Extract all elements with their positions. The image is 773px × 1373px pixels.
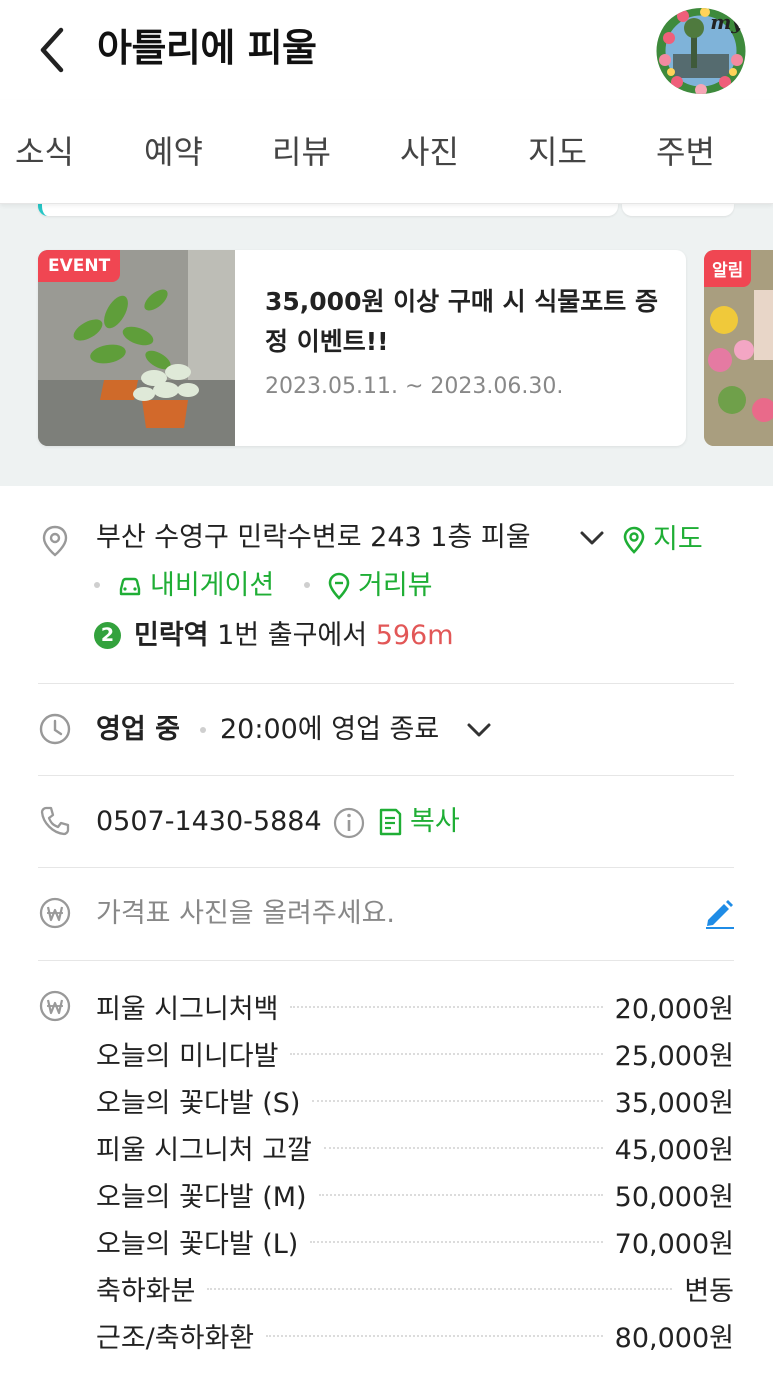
price-item-value: 25,000원 [614, 1040, 734, 1072]
tab-photos[interactable]: 사진 [400, 130, 459, 174]
page-title: 아틀리에 피울 [97, 26, 317, 70]
copy-button[interactable]: 복사 [376, 804, 460, 840]
copy-icon [379, 808, 402, 836]
price-item-name: 근조/축하화환 [96, 1322, 255, 1354]
price-item-value: 45,000원 [614, 1134, 734, 1166]
tab-map[interactable]: 지도 [528, 130, 587, 174]
price-leader [290, 1006, 603, 1008]
price-row: 축하화분 변동 [96, 1268, 734, 1308]
price-item-value: 변동 [684, 1275, 734, 1307]
divider [38, 867, 734, 868]
price-row: 근조/축하화환 80,000원 [96, 1315, 734, 1355]
notice-badge: 알림 [704, 250, 752, 287]
price-item-name: 피울 시그니처백 [96, 993, 279, 1025]
phone-icon [40, 806, 70, 836]
event-title: 35,000원 이상 구매 시 식물포트 증정 이벤트!! [265, 287, 658, 356]
tab-news[interactable]: 소식 [15, 130, 74, 174]
price-item-value: 70,000원 [614, 1228, 734, 1260]
price-item-name: 오늘의 미니다발 [96, 1040, 279, 1072]
won-icon [39, 990, 71, 1022]
price-item-value: 50,000원 [614, 1181, 734, 1213]
subway-info: 민락역 1번 출구에서 596m [134, 618, 454, 654]
car-icon [119, 577, 141, 596]
address-text: 부산 수영구 민락수변로 243 1층 피울 [96, 522, 531, 553]
price-leader [290, 1053, 603, 1055]
separator-dot [200, 727, 206, 733]
subway-distance: 596m [375, 620, 454, 651]
tab-reviews[interactable]: 리뷰 [272, 130, 331, 174]
event-image: EVENT [38, 250, 235, 446]
tab-nearby[interactable]: 주변 [656, 130, 715, 174]
price-leader [318, 1194, 603, 1196]
map-pin-icon [623, 526, 645, 554]
price-photo-placeholder: 가격표 사진을 올려주세요. [96, 898, 395, 929]
price-item-name: 오늘의 꽃다발 (S) [96, 1087, 301, 1119]
streetview-link-label: 거리뷰 [358, 570, 433, 601]
divider [38, 683, 734, 684]
news-carousel: EVENT 35,000원 이상 구매 시 식물포트 증정 이벤트!! 2023… [0, 204, 773, 486]
event-badge: EVENT [38, 250, 121, 282]
won-icon [39, 897, 71, 929]
section-tabs: 소식 예약 리뷰 사진 지도 주변 [0, 100, 773, 204]
card-stub-right [622, 204, 734, 216]
copy-button-label: 복사 [410, 806, 460, 837]
edit-pencil-icon[interactable] [702, 896, 736, 930]
event-card[interactable]: EVENT 35,000원 이상 구매 시 식물포트 증정 이벤트!! 2023… [38, 250, 686, 446]
price-item-name: 피울 시그니처 고깔 [96, 1134, 312, 1166]
back-arrow-icon [40, 27, 64, 73]
price-leader [207, 1288, 673, 1290]
chevron-down-icon[interactable] [466, 720, 492, 740]
phone-number[interactable]: 0507-1430-5884 [96, 804, 322, 840]
chevron-down-icon[interactable] [579, 528, 605, 548]
map-link-label: 지도 [653, 524, 703, 555]
event-date: 2023.05.11. ~ 2023.06.30. [265, 374, 564, 399]
price-row: 피울 시그니처 고깔 45,000원 [96, 1127, 734, 1167]
price-item-name: 오늘의 꽃다발 (M) [96, 1181, 307, 1213]
subway-station: 민락역 [134, 620, 209, 651]
separator-dot [94, 582, 100, 588]
subway-line-badge: 2 [94, 622, 121, 649]
location-pin-icon [42, 525, 68, 557]
price-leader [323, 1147, 603, 1149]
notice-card[interactable]: 알림 [704, 250, 773, 446]
price-item-name: 축하화분 [96, 1275, 196, 1307]
navigation-link-label: 내비게이션 [150, 570, 275, 601]
avatar-label: my [710, 10, 743, 34]
subway-exit: 1번 출구에서 [217, 620, 368, 651]
clock-icon [39, 713, 71, 745]
price-leader [310, 1241, 603, 1243]
price-row: 오늘의 꽃다발 (S) 35,000원 [96, 1080, 734, 1120]
divider [38, 775, 734, 776]
price-leader [266, 1335, 603, 1337]
price-item-name: 오늘의 꽃다발 (L) [96, 1228, 299, 1260]
avatar[interactable]: my [655, 8, 747, 94]
streetview-link[interactable]: 거리뷰 [326, 568, 433, 604]
price-item-value: 20,000원 [614, 993, 734, 1025]
price-row: 오늘의 꽃다발 (M) 50,000원 [96, 1174, 734, 1214]
card-stub-left [38, 204, 618, 216]
streetview-icon [328, 572, 350, 600]
price-row: 오늘의 꽃다발 (L) 70,000원 [96, 1221, 734, 1261]
map-link[interactable]: 지도 [621, 522, 703, 558]
price-leader [312, 1100, 603, 1102]
header-bar: 아틀리에 피울 my [0, 0, 773, 100]
separator-dot [304, 582, 310, 588]
price-row: 피울 시그니처백 20,000원 [96, 986, 734, 1026]
info-icon[interactable] [332, 806, 366, 840]
price-item-value: 35,000원 [614, 1087, 734, 1119]
hours-status: 영업 중 [96, 714, 180, 745]
navigation-link[interactable]: 내비게이션 [116, 568, 274, 604]
hours-detail[interactable]: 20:00에 영업 종료 [220, 712, 439, 748]
divider [38, 960, 734, 961]
price-item-value: 80,000원 [614, 1322, 734, 1354]
back-button[interactable] [30, 22, 74, 78]
tab-booking[interactable]: 예약 [144, 130, 203, 174]
price-row: 오늘의 미니다발 25,000원 [96, 1033, 734, 1073]
